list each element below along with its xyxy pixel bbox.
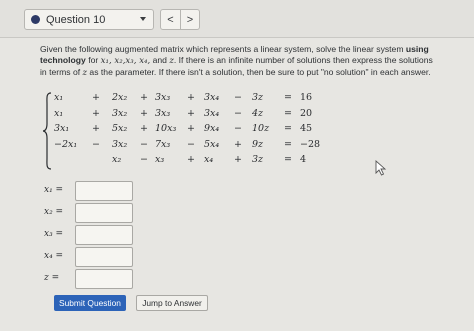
equation-term: + [92, 123, 100, 134]
equation-term: 5x₂ [112, 123, 128, 134]
equation-term: + [187, 92, 195, 103]
equation-term: + [234, 154, 242, 165]
equation-term: − [187, 138, 195, 150]
equation-term: 3x₁ [54, 123, 70, 134]
equation-term: 10x₃ [155, 123, 177, 134]
prompt-text: Given the following augmented matrix whi… [40, 44, 406, 54]
equation-term: 3x₂ [112, 107, 128, 119]
equation-term: 4z [252, 107, 264, 119]
equation-term: = [284, 107, 292, 119]
equation-term: + [92, 92, 100, 103]
chevron-left-icon: < [167, 13, 174, 26]
equation-row: x₁ +3x₂ +3x₃ +3x₄ −4z = 20 [54, 108, 334, 122]
submit-question-button[interactable]: Submit Question [54, 295, 126, 311]
equation-term: 3z [252, 154, 264, 165]
answer-input[interactable] [75, 269, 133, 289]
answer-label: z = [44, 273, 60, 283]
equation-term: + [92, 107, 100, 119]
left-brace-icon [42, 92, 52, 170]
answer-row: x₁ = [44, 181, 144, 201]
equation-term: − [140, 154, 148, 165]
prev-question-button[interactable]: < [161, 10, 180, 29]
equation-term: x₃ [155, 154, 165, 165]
equation-row: 3x₁ +5x₂ +10x₃ +9x₄ −10z = 45 [54, 123, 334, 137]
question-toolbar: Question 10 < > [0, 0, 474, 38]
equation-term: 5x₄ [204, 138, 220, 150]
equation-term: + [140, 92, 148, 103]
equation-term: − [234, 123, 242, 134]
answer-row: x₂ = [44, 203, 144, 223]
equation-term: 4 [300, 154, 307, 165]
equation-term: 9z [252, 138, 264, 150]
equation-term: 10z [252, 123, 270, 134]
equation-term: 7x₃ [155, 138, 171, 150]
prompt-text: for [85, 55, 101, 65]
status-dot-icon [31, 15, 40, 24]
equation-term: x₁ [54, 107, 64, 119]
answer-label: x₁ = [44, 185, 64, 195]
equation-term: − [140, 138, 148, 150]
answer-input[interactable] [75, 225, 133, 245]
answer-label: x₂ = [44, 207, 64, 217]
equation-term: x₂ [112, 154, 122, 165]
answer-input[interactable] [75, 203, 133, 223]
question-select[interactable]: Question 10 [24, 9, 154, 30]
answer-input[interactable] [75, 247, 133, 267]
answer-input[interactable] [75, 181, 133, 201]
equation-term: 9x₄ [204, 123, 220, 134]
jump-to-answer-button[interactable]: Jump to Answer [136, 295, 208, 311]
linear-system: x₁ +2x₂ +3x₃ +3x₄ −3z = 16 x₁ +3x₂ +3x₃ +3x₄ −4z = 20… [42, 92, 332, 172]
equation-term: 3x₃ [155, 92, 171, 103]
equation-term: 3x₃ [155, 107, 171, 119]
prompt-variables: x₁, x₂,x₃, x₄, [100, 56, 151, 66]
answer-label: x₃ = [44, 229, 64, 239]
prompt-text: and [150, 55, 170, 65]
equation-term: = [284, 92, 292, 103]
prompt-emphasis: using [405, 44, 429, 54]
prompt-text: as the parameter. If there isn't a solut… [87, 67, 431, 77]
equation-term: −2x₁ [54, 138, 78, 150]
equation-term: = [284, 123, 292, 134]
equation-term: 16 [300, 92, 313, 103]
equation-term: −28 [300, 138, 321, 150]
equation-term: − [92, 138, 100, 150]
chevron-down-icon [140, 17, 146, 21]
prompt-text: . If there is an infinite number of solu… [173, 55, 433, 65]
equation-term: + [234, 138, 242, 150]
equation-term: 2x₂ [112, 92, 128, 103]
equation-row: −2x₁ −3x₂ −7x₃ −5x₄ +9z = −28 [54, 139, 334, 153]
equation-term: + [140, 123, 148, 134]
equation-row: x₁ +2x₂ +3x₃ +3x₄ −3z = 16 [54, 92, 334, 106]
equation-term: + [187, 123, 195, 134]
equation-term: 3x₄ [204, 92, 220, 103]
equation-row: x₂ − x₃ + x₄ +3z = 4 [54, 154, 334, 168]
equation-term: 45 [300, 123, 313, 134]
equation-term: − [234, 92, 242, 103]
equation-term: x₁ [54, 92, 64, 103]
equation-term: 3x₄ [204, 107, 220, 119]
prompt-text: in terms of [40, 67, 83, 77]
question-prompt: Given the following augmented matrix whi… [40, 44, 470, 79]
answer-row: z = [44, 269, 144, 289]
equation-term: x₄ [204, 154, 214, 165]
chevron-right-icon: > [186, 13, 194, 26]
equation-term: 20 [300, 107, 313, 119]
equation-term: + [187, 154, 195, 165]
question-nav: < > [160, 9, 200, 30]
equation-term: = [284, 154, 292, 165]
equation-term: 3z [252, 92, 264, 103]
answer-row: x₄ = [44, 247, 144, 267]
answer-row: x₃ = [44, 225, 144, 245]
equation-term: + [187, 107, 195, 119]
next-question-button[interactable]: > [180, 10, 199, 29]
equation-term: 3x₂ [112, 138, 128, 150]
equation-term: + [140, 107, 148, 119]
equation-term: − [234, 107, 242, 119]
prompt-emphasis: technology [40, 55, 86, 65]
equation-term: = [284, 138, 292, 150]
answer-label: x₄ = [44, 251, 64, 261]
question-label: Question 10 [46, 13, 106, 26]
mouse-cursor-icon [375, 160, 387, 176]
